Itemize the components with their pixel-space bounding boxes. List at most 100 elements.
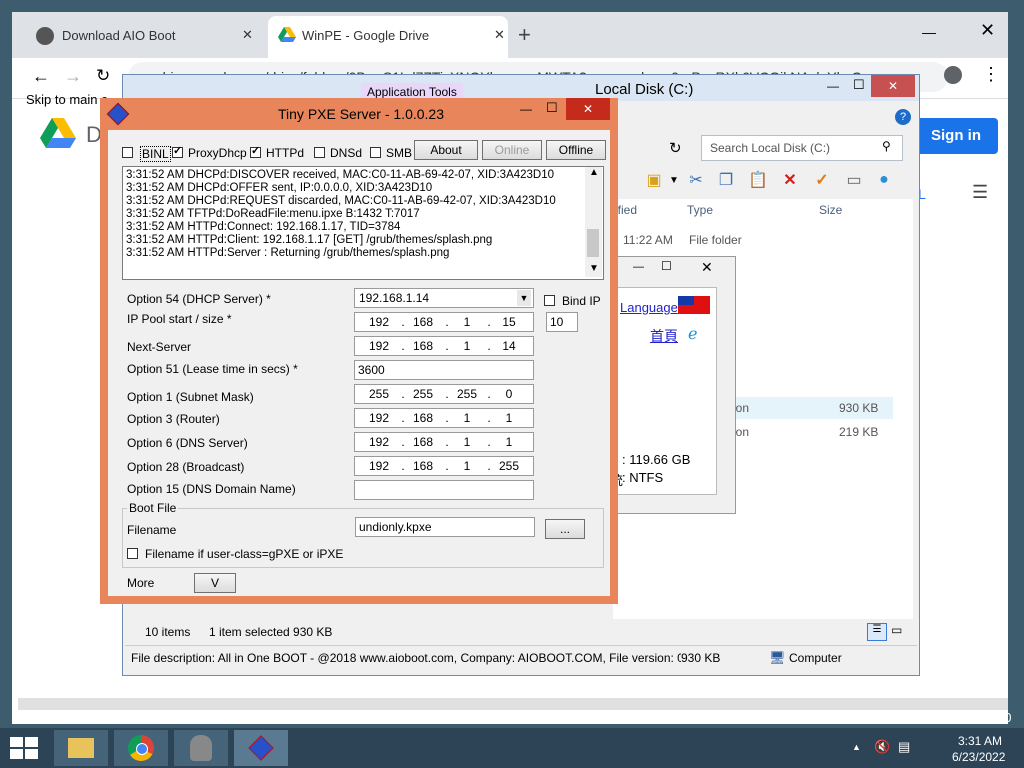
minimize-icon[interactable]: —	[922, 24, 936, 40]
ip-octet: 168	[412, 435, 434, 449]
log-line: 3:31:52 AM HTTPd:Connect: 192.168.1.17, …	[126, 221, 401, 233]
proxydhcp-checkbox[interactable]	[172, 144, 183, 159]
explorer-close-button[interactable]: ✕	[871, 75, 915, 97]
profile-icon[interactable]	[944, 66, 962, 84]
folder-icon[interactable]: ▣	[643, 169, 665, 191]
tab-title: Download AIO Boot	[62, 28, 176, 43]
explorer-details-bar: File description: All in One BOOT - @201…	[125, 645, 917, 670]
online-button[interactable]: Online	[482, 140, 542, 160]
cut-icon[interactable]: ✂	[685, 169, 707, 191]
clock-date[interactable]: 6/23/2022	[952, 750, 1005, 764]
log-box[interactable]: 3:31:52 AM DHCPd:DISCOVER received, MAC:…	[122, 166, 604, 280]
filename-ipxe-checkbox[interactable]	[127, 546, 138, 560]
close-window-icon[interactable]: ✕	[980, 20, 995, 41]
language-link[interactable]: Language	[620, 300, 678, 315]
next-server-ip[interactable]: 192. 168. 1. 14	[354, 336, 534, 356]
smb-checkbox[interactable]	[370, 145, 381, 159]
pool-start-ip[interactable]: 192. 168. 1. 15	[354, 312, 534, 332]
dnsd-checkbox[interactable]	[314, 145, 325, 159]
tiles-view-icon[interactable]: ▭	[891, 623, 902, 637]
rename-icon[interactable]: ▭	[843, 169, 865, 191]
sign-in-button[interactable]: Sign in	[914, 118, 998, 154]
row-date: 11:22 AM	[623, 233, 673, 247]
chevron-down-icon[interactable]: ▼	[517, 290, 531, 306]
browse-button[interactable]: ...	[545, 519, 585, 539]
taskbar-chrome-icon[interactable]	[114, 730, 168, 766]
smb-label: SMB	[386, 146, 413, 160]
back-icon[interactable]: ←	[32, 66, 50, 87]
filename-input[interactable]: undionly.kpxe	[355, 517, 535, 537]
pxe-max-icon[interactable]: ☐	[546, 100, 558, 116]
tab-winpe-drive[interactable]: WinPE - Google Drive ✕	[268, 16, 508, 58]
help-icon[interactable]: ?	[895, 109, 911, 125]
offline-button[interactable]: Offline	[546, 140, 606, 160]
reload-icon[interactable]: ↻	[96, 66, 110, 86]
paste-icon[interactable]: 📋	[747, 169, 769, 191]
binl-checkbox[interactable]	[122, 145, 133, 159]
new-tab-button[interactable]: +	[518, 22, 531, 48]
menu-dots-icon[interactable]: ⋮	[982, 64, 1000, 85]
inner-max-icon[interactable]: ☐	[661, 259, 672, 273]
taskbar-aio-icon[interactable]	[174, 730, 228, 766]
scroll-down-icon[interactable]: ▼	[589, 263, 599, 274]
forward-icon[interactable]: →	[64, 66, 82, 87]
taskbar-explorer-icon[interactable]	[54, 730, 108, 766]
about-button[interactable]: About	[414, 140, 478, 160]
log-scrollbar[interactable]: ▲ ▼	[585, 167, 602, 277]
refresh-icon[interactable]: ↻	[669, 139, 682, 157]
explorer-max-icon[interactable]: ☐	[853, 77, 865, 93]
copy-icon[interactable]: ❐	[715, 169, 737, 191]
col-modified[interactable]: ified	[615, 203, 637, 217]
list-view-icon[interactable]: ☰	[972, 182, 988, 203]
subnet-mask-ip[interactable]: 255. 255. 255. 0	[354, 384, 534, 404]
opt1-label: Option 1 (Subnet Mask)	[127, 390, 254, 404]
col-size[interactable]: Size	[819, 203, 842, 217]
tab-download-aio[interactable]: Download AIO Boot ✕	[26, 20, 266, 52]
home-link[interactable]: 首頁	[650, 326, 678, 346]
bind-ip-label: Bind IP	[562, 294, 601, 308]
httpd-checkbox[interactable]	[250, 144, 261, 159]
ip-octet: 1	[505, 435, 513, 449]
table-row[interactable]: 11:22 AM File folder	[613, 231, 893, 249]
tab-close-icon[interactable]: ✕	[494, 27, 505, 43]
col-type[interactable]: Type	[687, 203, 713, 217]
row-type: File folder	[689, 233, 742, 247]
horizontal-scrollbar[interactable]	[18, 698, 1008, 710]
broadcast-ip[interactable]: 192. 168. 1. 255	[354, 456, 534, 476]
dns-domain-input[interactable]	[354, 480, 534, 500]
clock-time[interactable]: 3:31 AM	[958, 734, 1002, 748]
explorer-min-icon[interactable]: —	[827, 79, 839, 93]
check-icon[interactable]: ✓	[811, 169, 833, 191]
inner-close-icon[interactable]: ✕	[701, 259, 713, 276]
search-box[interactable]: Search Local Disk (C:) ⚲	[701, 135, 903, 161]
lease-time-input[interactable]: 3600	[354, 360, 534, 380]
pxe-app-icon	[106, 102, 130, 126]
opt28-label: Option 28 (Broadcast)	[127, 460, 245, 474]
dns-server-ip[interactable]: 192. 168. 1. 1	[354, 432, 534, 452]
start-icon[interactable]	[10, 737, 38, 759]
globe-icon[interactable]: ●	[873, 169, 895, 191]
skip-link[interactable]: Skip to main c	[26, 92, 108, 107]
router-ip[interactable]: 192. 168. 1. 1	[354, 408, 534, 428]
pool-size-input[interactable]: 10	[546, 312, 578, 332]
log-line: 3:31:52 AM HTTPd:Client: 192.168.1.17 [G…	[126, 234, 493, 246]
more-button[interactable]: V	[194, 573, 236, 593]
network-icon[interactable]: ▤	[898, 739, 910, 755]
volume-muted-icon[interactable]: 🔇	[874, 739, 890, 755]
dropdown-icon[interactable]: ▼	[663, 169, 685, 191]
tray-up-icon[interactable]: ▲	[852, 742, 861, 752]
tab-strip: Download AIO Boot ✕ WinPE - Google Drive…	[12, 12, 1008, 58]
pxe-min-icon[interactable]: —	[520, 102, 532, 116]
scroll-thumb[interactable]	[587, 229, 599, 257]
scroll-up-icon[interactable]: ▲	[589, 167, 599, 178]
inner-min-icon[interactable]: —	[633, 261, 644, 273]
search-placeholder: Search Local Disk (C:)	[710, 141, 831, 155]
tab-close-icon[interactable]: ✕	[242, 27, 253, 43]
details-view-icon[interactable]: ☰	[867, 623, 887, 641]
pxe-close-button[interactable]: ✕	[566, 98, 610, 120]
dhcp-server-select[interactable]: 192.168.1.14 ▼	[354, 288, 534, 308]
pxe-title: Tiny PXE Server - 1.0.0.23	[278, 106, 444, 122]
bind-ip-checkbox[interactable]	[544, 293, 555, 307]
taskbar-pxe-icon[interactable]	[234, 730, 288, 766]
delete-icon[interactable]: ✕	[779, 169, 801, 191]
